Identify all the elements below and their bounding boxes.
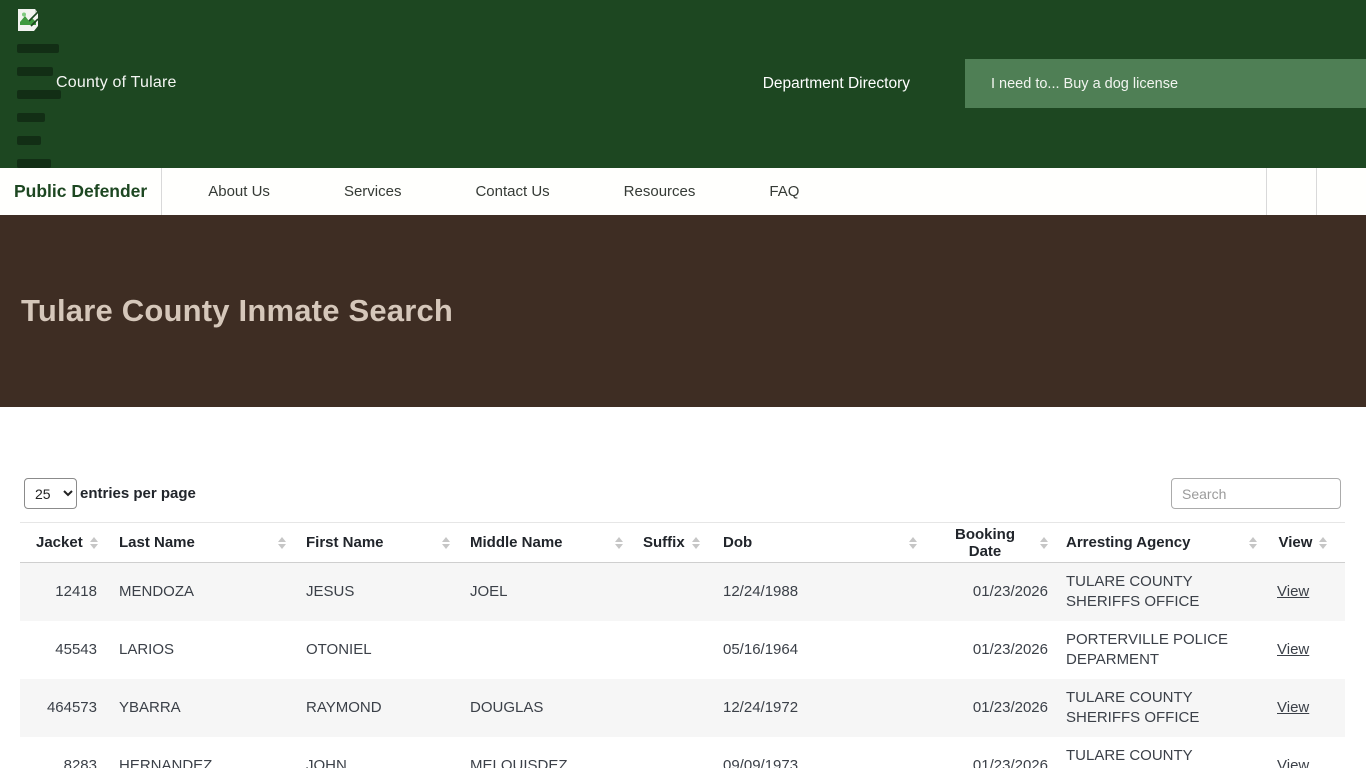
- cell-view: View: [1261, 679, 1345, 737]
- cell-arresting_agency: TULARE COUNTY SHERIFFS OFFICE: [1050, 737, 1261, 768]
- column-header-last_name[interactable]: Last Name: [103, 523, 290, 563]
- view-link[interactable]: View: [1277, 699, 1309, 716]
- nav-link-faq[interactable]: FAQ: [741, 168, 827, 215]
- table-row: 45543LARIOSOTONIEL 05/16/196401/23/2026PO…: [20, 621, 1345, 679]
- sort-icon: [1040, 537, 1048, 549]
- search-input[interactable]: [1171, 478, 1341, 509]
- cell-booking_date: 01/23/2026: [921, 563, 1050, 621]
- cell-booking_date: 01/23/2026: [921, 737, 1050, 768]
- cell-booking_date: 01/23/2026: [921, 621, 1050, 679]
- site-title[interactable]: County of Tulare: [56, 74, 177, 92]
- inmate-table: Jacket Last Name First Name Middle Name Suff…: [20, 522, 1345, 768]
- cell-view: View: [1261, 563, 1345, 621]
- sort-icon: [442, 537, 450, 549]
- nav-link-contact-us[interactable]: Contact Us: [447, 168, 577, 215]
- view-link[interactable]: View: [1277, 583, 1309, 600]
- view-link[interactable]: View: [1277, 641, 1309, 658]
- table-row: 12418MENDOZAJESUSJOEL 12/24/198801/23/202…: [20, 563, 1345, 621]
- cell-first_name: RAYMOND: [290, 679, 454, 737]
- cell-jacket: 464573: [20, 679, 103, 737]
- sort-icon: [278, 537, 286, 549]
- nav-link-about-us[interactable]: About Us: [180, 168, 298, 215]
- cell-first_name: JOHN: [290, 737, 454, 768]
- sort-icon: [615, 537, 623, 549]
- column-label: Suffix: [643, 534, 685, 551]
- column-header-middle_name[interactable]: Middle Name: [454, 523, 627, 563]
- site-header: County of Tulare Department Directory I …: [0, 0, 1366, 168]
- table-header-row: Jacket Last Name First Name Middle Name Suff…: [20, 523, 1345, 563]
- cell-view: View: [1261, 621, 1345, 679]
- column-label: Jacket: [36, 534, 83, 551]
- cell-middle_name: DOUGLAS: [454, 679, 627, 737]
- site-logo[interactable]: [17, 8, 137, 182]
- cell-last_name: YBARRA: [103, 679, 290, 737]
- hero-banner: Tulare County Inmate Search: [0, 215, 1366, 407]
- cell-dob: 05/16/1964: [707, 621, 921, 679]
- cell-last_name: LARIOS: [103, 621, 290, 679]
- table-row: 8283HERNANDEZJOHNMELQUISDEZ 09/09/197301/…: [20, 737, 1345, 768]
- cell-middle_name: MELQUISDEZ: [454, 737, 627, 768]
- i-need-to-label: I need to... Buy a dog license: [991, 76, 1178, 92]
- nav-link-services[interactable]: Services: [316, 168, 430, 215]
- cell-jacket: 45543: [20, 621, 103, 679]
- cell-arresting_agency: TULARE COUNTY SHERIFFS OFFICE: [1050, 679, 1261, 737]
- nav-link-resources[interactable]: Resources: [596, 168, 724, 215]
- column-header-dob[interactable]: Dob: [707, 523, 921, 563]
- column-label: Last Name: [119, 534, 195, 551]
- i-need-to-button[interactable]: I need to... Buy a dog license: [965, 59, 1366, 108]
- sort-icon: [90, 537, 98, 549]
- cell-suffix: [627, 621, 707, 679]
- column-label: Dob: [723, 534, 752, 551]
- column-header-first_name[interactable]: First Name: [290, 523, 454, 563]
- column-header-jacket[interactable]: Jacket: [20, 523, 103, 563]
- cell-arresting_agency: PORTERVILLE POLICE DEPARMENT: [1050, 621, 1261, 679]
- cell-booking_date: 01/23/2026: [921, 679, 1050, 737]
- cell-last_name: MENDOZA: [103, 563, 290, 621]
- cell-jacket: 12418: [20, 563, 103, 621]
- cell-dob: 09/09/1973: [707, 737, 921, 768]
- page-title: Tulare County Inmate Search: [21, 293, 453, 329]
- cell-view: View: [1261, 737, 1345, 768]
- sort-icon: [692, 537, 700, 549]
- column-label: Middle Name: [470, 534, 563, 551]
- cell-middle_name: [454, 621, 627, 679]
- column-header-arresting_agency[interactable]: Arresting Agency: [1050, 523, 1261, 563]
- column-label: Booking Date: [937, 526, 1033, 560]
- cell-first_name: JESUS: [290, 563, 454, 621]
- cell-arresting_agency: TULARE COUNTY SHERIFFS OFFICE: [1050, 563, 1261, 621]
- entries-per-page-select[interactable]: 25: [24, 478, 77, 509]
- cell-jacket: 8283: [20, 737, 103, 768]
- nav-brand-public-defender[interactable]: Public Defender: [0, 168, 161, 215]
- nav-utility-cell-1[interactable]: [1266, 168, 1316, 215]
- column-label: View: [1279, 534, 1313, 551]
- logo-alt-text-lines: [17, 44, 137, 168]
- sort-icon: [1249, 537, 1257, 549]
- nav-links: About Us Services Contact Us Resources FAQ: [162, 168, 1266, 215]
- sort-icon: [1319, 537, 1327, 549]
- cell-last_name: HERNANDEZ: [103, 737, 290, 768]
- cell-suffix: [627, 563, 707, 621]
- column-label: Arresting Agency: [1066, 534, 1190, 551]
- column-header-view[interactable]: View: [1261, 523, 1345, 563]
- nav-utility-cell-2[interactable]: [1316, 168, 1366, 215]
- sort-icon: [909, 537, 917, 549]
- department-directory-link[interactable]: Department Directory: [763, 75, 910, 93]
- view-link[interactable]: View: [1277, 757, 1309, 768]
- cell-first_name: OTONIEL: [290, 621, 454, 679]
- column-label: First Name: [306, 534, 384, 551]
- cell-dob: 12/24/1988: [707, 563, 921, 621]
- table-controls: 25 entries per page: [0, 407, 1366, 522]
- cell-dob: 12/24/1972: [707, 679, 921, 737]
- department-nav: Public Defender About Us Services Contact …: [0, 168, 1366, 215]
- cell-middle_name: JOEL: [454, 563, 627, 621]
- nav-right-cells: [1266, 168, 1366, 215]
- entries-per-page-label: entries per page: [80, 485, 196, 502]
- broken-image-icon: [17, 8, 39, 32]
- cell-suffix: [627, 679, 707, 737]
- table-row: 464573YBARRARAYMONDDOUGLAS 12/24/197201/2…: [20, 679, 1345, 737]
- column-header-booking_date[interactable]: Booking Date: [921, 523, 1050, 563]
- column-header-suffix[interactable]: Suffix: [627, 523, 707, 563]
- cell-suffix: [627, 737, 707, 768]
